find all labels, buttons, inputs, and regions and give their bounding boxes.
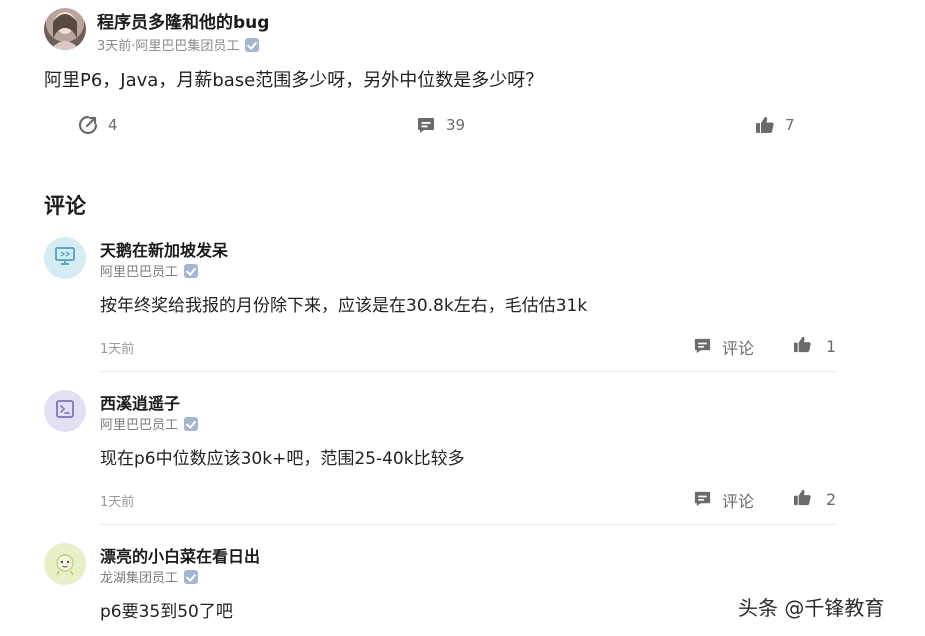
comment-text: 按年终奖给我报的月份除下来，应该是在30.8k左右，毛估估31k	[100, 296, 588, 316]
comment-like-count: 2	[826, 490, 837, 509]
comments-section-title: 评论	[44, 194, 86, 218]
like-button[interactable]: 7	[755, 114, 795, 136]
commenter-name[interactable]: 西溪逍遥子	[100, 390, 180, 414]
post-author-name[interactable]: 程序员多隆和他的bug	[97, 8, 269, 33]
comment-like-button[interactable]: 1	[793, 335, 836, 358]
commenter-org: 龙湖集团员工	[100, 567, 199, 586]
thumbs-up-icon	[793, 335, 812, 358]
commenter-org: 阿里巴巴员工	[100, 261, 199, 280]
share-button[interactable]: 4	[78, 114, 118, 136]
verified-badge-icon	[184, 569, 199, 584]
comment-like-count: 1	[826, 337, 837, 356]
post-author-avatar[interactable]	[44, 8, 86, 50]
share-icon	[78, 115, 98, 135]
comment-icon	[693, 336, 712, 359]
commenter-org-text: 阿里巴巴员工	[100, 265, 179, 280]
share-count: 4	[108, 116, 118, 134]
post-meta: 3天前·阿里巴巴集团员工	[97, 35, 260, 54]
comment-divider	[100, 371, 836, 372]
comment-count: 39	[446, 116, 466, 134]
commenter-org-text: 龙湖集团员工	[100, 571, 179, 586]
commenter-name[interactable]: 漂亮的小白菜在看日出	[100, 543, 260, 567]
verified-badge-icon	[184, 263, 199, 278]
reply-button[interactable]: 评论	[693, 488, 754, 512]
post-meta-text: 3天前·阿里巴巴集团员工	[97, 39, 240, 54]
verified-badge-icon	[184, 416, 199, 431]
commenter-org-text: 阿里巴巴员工	[100, 418, 179, 433]
comment-time: 1天前	[100, 495, 135, 510]
comment-divider	[100, 524, 836, 525]
thumbs-up-icon	[755, 115, 775, 135]
commenter-avatar[interactable]	[44, 390, 86, 432]
comment-like-button[interactable]: 2	[793, 488, 836, 511]
reply-label: 评论	[722, 492, 755, 511]
comment-text: 现在p6中位数应该30k+吧，范围25-40k比较多	[100, 449, 465, 469]
cartoon-face-icon	[51, 548, 79, 580]
reply-label: 评论	[722, 339, 755, 358]
like-count: 7	[785, 116, 795, 134]
commenter-avatar[interactable]	[44, 237, 86, 279]
terminal-icon	[53, 397, 77, 425]
comment-icon	[693, 489, 712, 512]
watermark: 头条 @千锋教育	[738, 596, 885, 620]
commenter-avatar[interactable]	[44, 543, 86, 585]
monitor-icon	[53, 244, 77, 272]
commenter-name[interactable]: 天鹅在新加坡发呆	[100, 237, 228, 261]
comment-time: 1天前	[100, 342, 135, 357]
post-detail-page: 程序员多隆和他的bug 3天前·阿里巴巴集团员工 阿里P6，Java，月薪bas…	[0, 0, 925, 636]
comment-icon	[416, 115, 436, 135]
commenter-org: 阿里巴巴员工	[100, 414, 199, 433]
verified-badge-icon	[245, 37, 260, 52]
comment-text: p6要35到50了吧	[100, 602, 233, 622]
thumbs-up-icon	[793, 488, 812, 511]
post-body-text: 阿里P6，Java，月薪base范围多少呀，另外中位数是多少呀？	[44, 70, 544, 91]
comment-button[interactable]: 39	[416, 114, 465, 136]
reply-button[interactable]: 评论	[693, 335, 754, 359]
